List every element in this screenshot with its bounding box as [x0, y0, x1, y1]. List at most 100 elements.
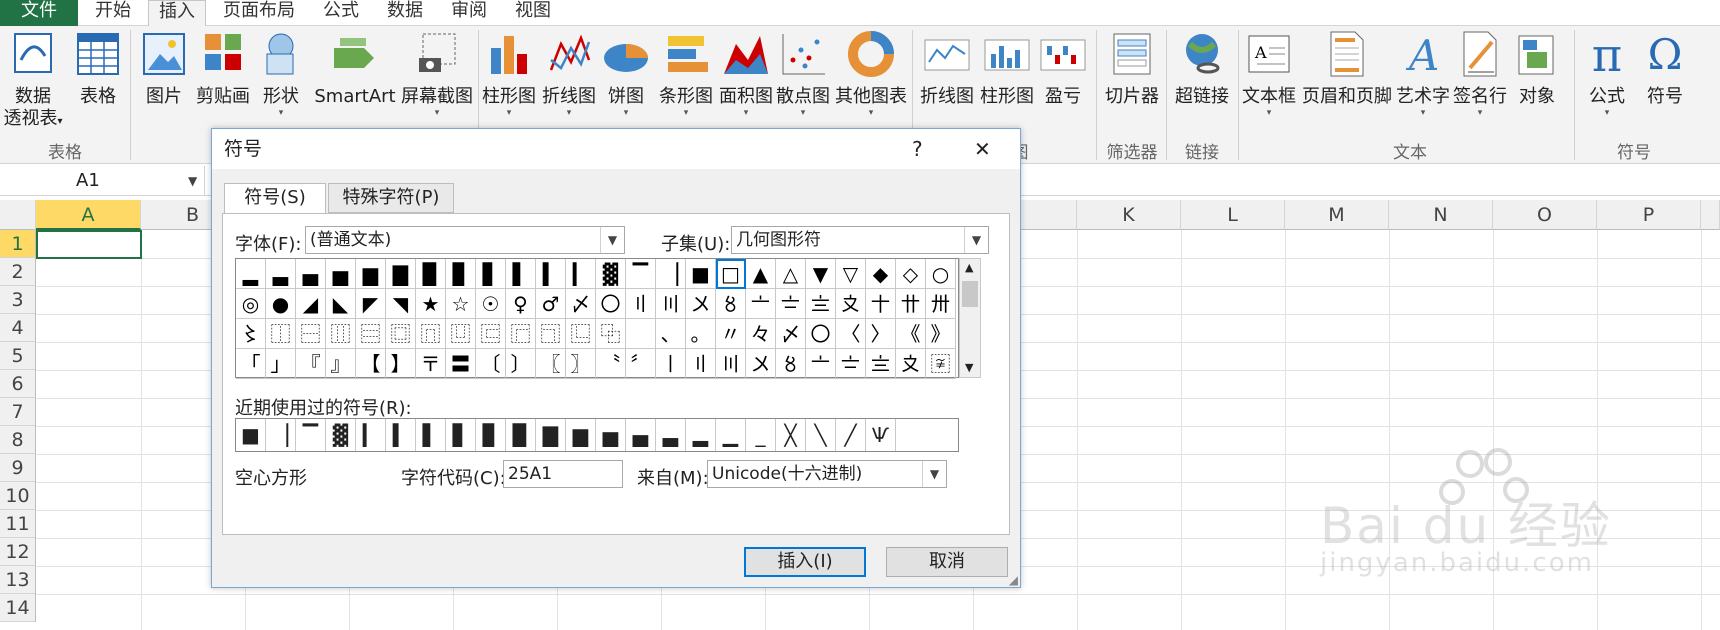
symbol-cell[interactable]: ⿴	[386, 319, 416, 349]
symbol-cell[interactable]: △	[776, 259, 806, 289]
symbol-grid-scrollbar[interactable]: ▲ ▼	[959, 258, 981, 378]
symbol-cell[interactable]: 〧	[836, 349, 866, 379]
symbol-cell[interactable]: 〨	[866, 349, 896, 379]
symbol-cell[interactable]: 〥	[776, 349, 806, 379]
column-header-k[interactable]: K	[1077, 200, 1181, 230]
symbol-cell[interactable]: 〣	[716, 349, 746, 379]
symbol-cell[interactable]: 〾	[926, 349, 956, 379]
tab-insert[interactable]: 插入	[148, 0, 206, 27]
recent-symbol-cell[interactable]: ▊	[476, 419, 506, 451]
recent-symbol-cell[interactable]: ▕	[266, 419, 296, 451]
symbol-cell[interactable]: 〕	[506, 349, 536, 379]
symbol-cell[interactable]: 〹	[896, 289, 926, 319]
symbol-cell[interactable]: ⿱	[296, 319, 326, 349]
symbol-cell[interactable]: ○	[926, 259, 956, 289]
chevron-down-icon[interactable]: ▼	[600, 227, 624, 253]
signature-line-button[interactable]: 签名行 ▾	[1450, 30, 1510, 118]
symbol-cell[interactable]: 〢	[626, 289, 656, 319]
scrollbar-thumb[interactable]	[962, 281, 978, 307]
symbol-cell[interactable]: 〞	[626, 349, 656, 379]
shapes-button[interactable]: 形状 ▾	[256, 30, 306, 118]
row-header-1[interactable]: 1	[0, 230, 36, 258]
subset-select[interactable]: 几何图形符 ▼	[731, 226, 989, 254]
symbol-cell[interactable]: 〔	[476, 349, 506, 379]
symbol-cell[interactable]: 〦	[746, 289, 776, 319]
other-charts-button[interactable]: 其他图表 ▾	[834, 30, 908, 118]
symbol-cell[interactable]: ▅	[326, 259, 356, 289]
row-header-14[interactable]: 14	[0, 594, 36, 622]
row-header-13[interactable]: 13	[0, 566, 36, 594]
pie-chart-button[interactable]: 饼图 ▾	[602, 30, 650, 118]
symbol-cell[interactable]: ▄	[296, 259, 326, 289]
tab-special-characters[interactable]: 特殊字符(P)	[328, 183, 454, 213]
clip-art-button[interactable]: 剪贴画	[194, 30, 252, 108]
bar-chart-button[interactable]: 条形图 ▾	[656, 30, 716, 118]
row-header-9[interactable]: 9	[0, 454, 36, 482]
recent-symbol-cell[interactable]: _	[746, 419, 776, 451]
recent-symbol-cell[interactable]: ▔	[296, 419, 326, 451]
symbol-cell[interactable]: ⿵	[416, 319, 446, 349]
symbol-cell[interactable]: 〃	[716, 319, 746, 349]
symbol-cell[interactable]: ☆	[446, 289, 476, 319]
recent-symbol-cell[interactable]: ▆	[566, 419, 596, 451]
equation-button[interactable]: π 公式 ▾	[1582, 30, 1632, 118]
wordart-button[interactable]: A 艺术字 ▾	[1394, 30, 1452, 118]
symbol-cell[interactable]: 『	[296, 349, 326, 379]
symbol-cell[interactable]: ▊	[446, 259, 476, 289]
object-button[interactable]: 对象	[1512, 30, 1562, 108]
row-header-5[interactable]: 5	[0, 342, 36, 370]
pivot-table-button[interactable]: 数据 透视表▾	[0, 30, 66, 133]
symbol-cell[interactable]: ■	[686, 259, 716, 289]
column-header-a[interactable]: A	[36, 200, 141, 230]
header-footer-button[interactable]: 页眉和页脚	[1300, 30, 1394, 108]
symbol-cell[interactable]: 』	[326, 349, 356, 379]
symbol-cell[interactable]: 〦	[806, 349, 836, 379]
symbol-cell[interactable]: □	[716, 259, 746, 289]
symbol-cell[interactable]: 〻	[236, 319, 266, 349]
symbol-cell[interactable]: 〇	[596, 289, 626, 319]
symbol-cell[interactable]: ☉	[476, 289, 506, 319]
row-header-8[interactable]: 8	[0, 426, 36, 454]
symbol-cell[interactable]: ▌	[506, 259, 536, 289]
chevron-up-icon[interactable]: ▲	[965, 261, 973, 274]
symbol-cell[interactable]: ◆	[866, 259, 896, 289]
symbol-cell[interactable]: ⿶	[446, 319, 476, 349]
symbol-cell[interactable]: 》	[926, 319, 956, 349]
symbol-cell[interactable]: 。	[686, 319, 716, 349]
recent-symbol-cell[interactable]: ▅	[596, 419, 626, 451]
symbol-cell[interactable]: 」	[266, 349, 296, 379]
symbol-cell[interactable]: ▃	[266, 259, 296, 289]
row-header-7[interactable]: 7	[0, 398, 36, 426]
area-chart-button[interactable]: 面积图 ▾	[716, 30, 776, 118]
symbol-cell[interactable]: ▎	[566, 259, 596, 289]
row-header-2[interactable]: 2	[0, 258, 36, 286]
tab-home[interactable]: 开始	[82, 0, 144, 26]
symbol-cell[interactable]: 「	[236, 349, 266, 379]
tab-page-layout[interactable]: 页面布局	[212, 0, 306, 26]
help-button[interactable]: ?	[912, 129, 923, 169]
symbol-cell[interactable]: ◤	[356, 289, 386, 319]
symbol-cell[interactable]: ⿻	[596, 319, 626, 349]
hyperlink-button[interactable]: 超链接	[1170, 30, 1234, 108]
tab-file[interactable]: 文件	[0, 0, 78, 26]
symbol-cell[interactable]: ▍	[536, 259, 566, 289]
name-box[interactable]: A1	[0, 166, 205, 196]
smartart-button[interactable]: SmartArt	[310, 30, 400, 108]
symbol-cell[interactable]: 〤	[746, 349, 776, 379]
symbol-cell[interactable]: 〩	[836, 289, 866, 319]
symbol-cell[interactable]: 〣	[656, 289, 686, 319]
symbol-cell[interactable]: ▔	[626, 259, 656, 289]
recent-symbol-cell[interactable]: ▁	[716, 419, 746, 451]
tab-symbols[interactable]: 符号(S)	[224, 183, 326, 214]
table-button[interactable]: 表格	[72, 30, 124, 108]
symbol-cell[interactable]: ◎	[236, 289, 266, 319]
recent-symbol-cell[interactable]: ▇	[536, 419, 566, 451]
recent-symbol-cell[interactable]: ▃	[656, 419, 686, 451]
symbol-cell[interactable]: 〈	[836, 319, 866, 349]
recent-symbol-cell[interactable]: ╲	[806, 419, 836, 451]
recent-symbol-cell[interactable]: ▍	[386, 419, 416, 451]
symbol-cell[interactable]: ▲	[746, 259, 776, 289]
symbol-cell[interactable]: ▂	[236, 259, 266, 289]
symbol-cell[interactable]: ⿸	[506, 319, 536, 349]
symbol-cell[interactable]: 〆	[566, 289, 596, 319]
